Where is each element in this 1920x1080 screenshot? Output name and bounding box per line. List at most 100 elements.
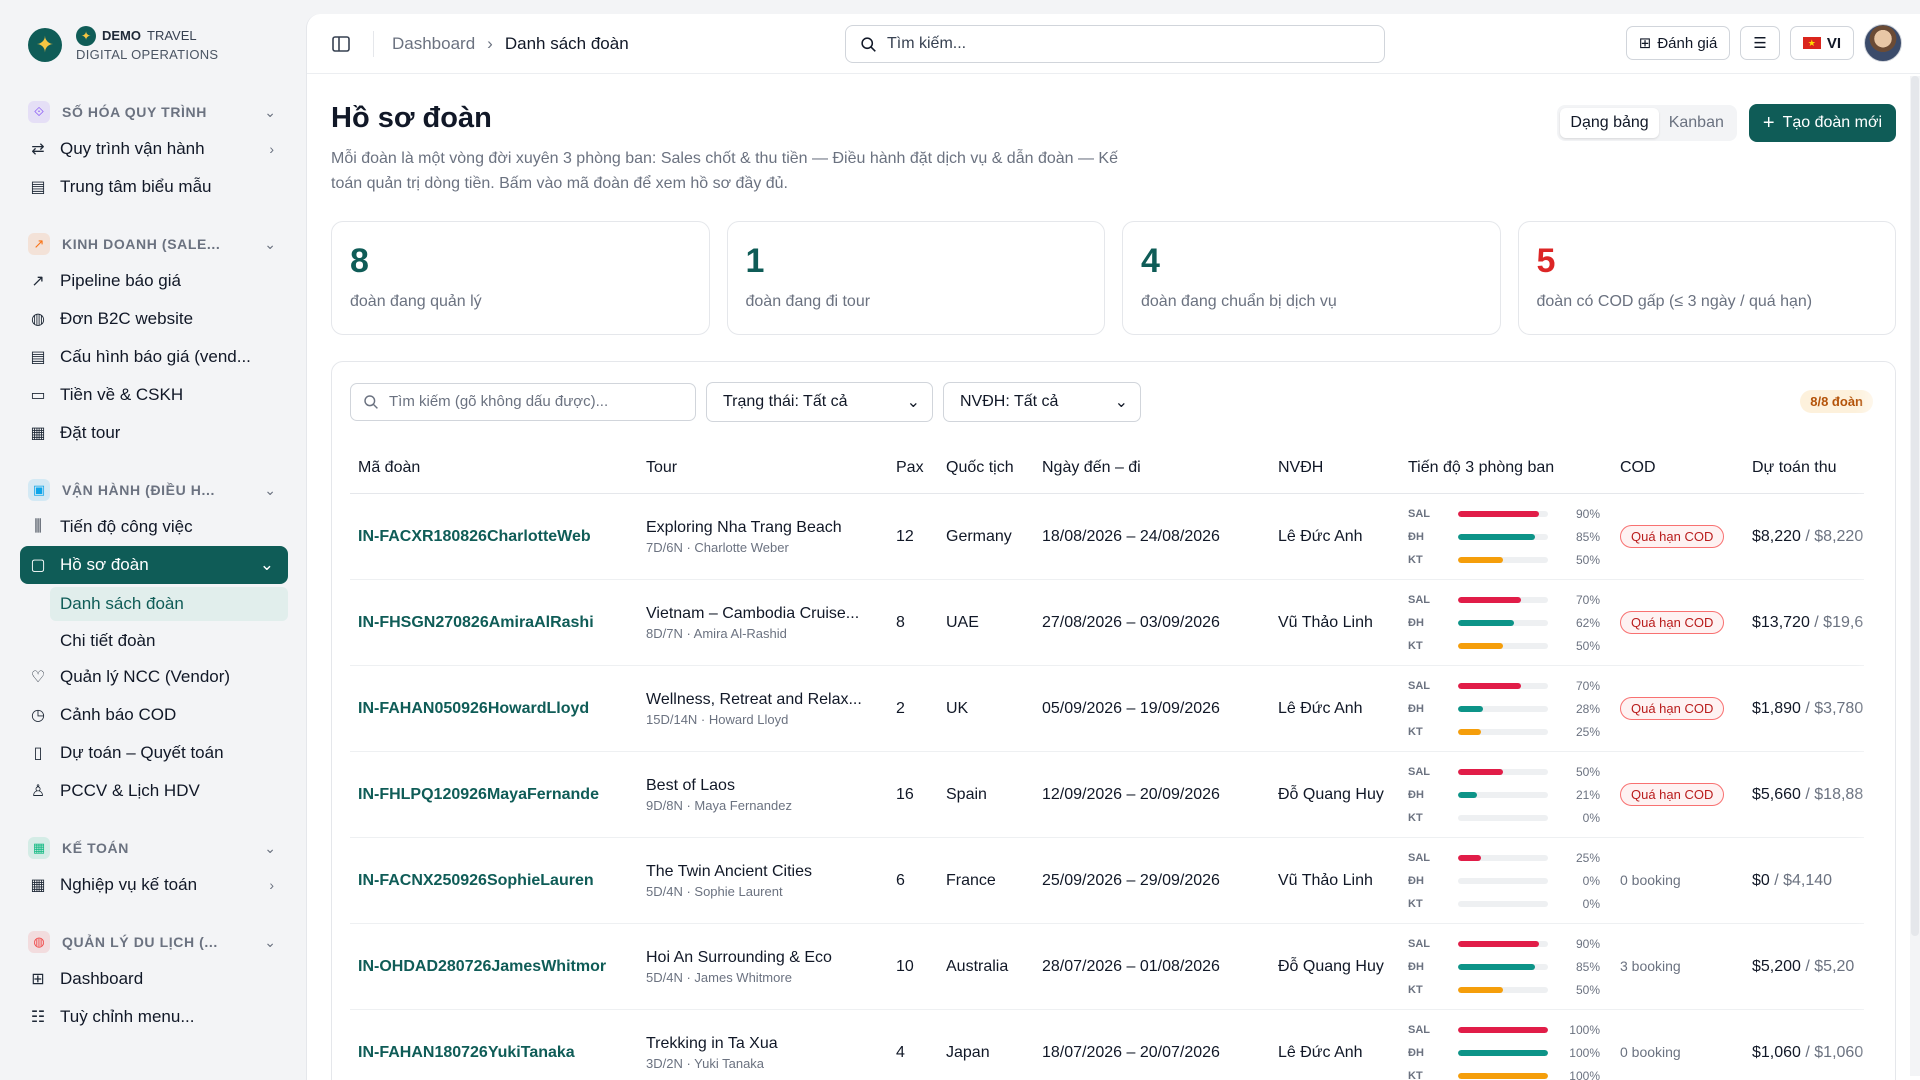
sidebar-item-0-1[interactable]: ▤ Trung tâm biểu mẫu: [20, 168, 288, 206]
progress-row: SAL 25%: [1408, 849, 1604, 866]
feedback-button[interactable]: ⊞ Đánh giá: [1625, 26, 1731, 60]
sidebar-item-2-1[interactable]: ▢ Hồ sơ đoàn ⌄: [20, 546, 288, 585]
view-kanban-button[interactable]: Kanban: [1659, 108, 1734, 138]
sidebar-item-label: Hồ sơ đoàn: [60, 555, 149, 575]
group-code-link[interactable]: IN-FHLPQ120926MayaFernande: [358, 786, 599, 803]
sidebar-subitem-0[interactable]: Danh sách đoàn: [50, 587, 288, 622]
breadcrumb-dashboard[interactable]: Dashboard: [392, 34, 475, 54]
calculator-icon: ▦: [30, 877, 46, 895]
progress-bar: [1458, 533, 1548, 540]
sidebar-item-1-2[interactable]: ▤ Cấu hình báo giá (vend...: [20, 338, 288, 376]
sidebar-item-2-4[interactable]: ▯ Dự toán – Quyết toán: [20, 734, 288, 772]
progress-label: KT: [1408, 725, 1423, 738]
view-table-button[interactable]: Dạng bảng: [1560, 108, 1659, 138]
column-header-8[interactable]: Dự toán thu: [1744, 443, 1864, 495]
tour-name: Vietnam – Cambodia Cruise...: [646, 604, 860, 622]
sidebar-item-4-1[interactable]: ☷ Tuỳ chỉnh menu...: [20, 998, 288, 1036]
progress-fill: [1458, 533, 1535, 540]
scrollbar-thumb[interactable]: [1911, 76, 1919, 936]
group-code-link[interactable]: IN-FACXR180826CharlotteWeb: [358, 528, 591, 545]
cell-code: IN-FACXR180826CharlotteWeb: [350, 493, 638, 581]
page-title: Hồ sơ đoàn: [331, 102, 492, 134]
group-code-link[interactable]: IN-FHSGN270826AmiraAlRashi: [358, 614, 594, 631]
cell-code: IN-OHDAD280726JamesWhitmor: [350, 923, 638, 1011]
table-row[interactable]: IN-FACNX250926SophieLauren The Twin Ancie…: [350, 837, 1864, 925]
table-row[interactable]: IN-FACXR180826CharlotteWeb Exploring Nha …: [350, 493, 1864, 581]
cell-pax: 2: [888, 665, 938, 753]
section-4-header[interactable]: ◍ QUẢN LÝ DU LỊCH (... ⌄: [20, 924, 288, 960]
page-scrollbar[interactable]: [1910, 76, 1920, 1076]
status-filter-select[interactable]: Trạng thái: Tất cả ⌄: [706, 381, 933, 422]
main-panel: Dashboard › Danh sách đoàn Tìm kiếm... ⊞…: [306, 14, 1920, 1080]
section-0-header[interactable]: ⟐ SỐ HÓA QUY TRÌNH ⌄: [20, 94, 288, 130]
tour-subtitle: 5D/4N · Sophie Laurent: [646, 883, 783, 899]
sidebar-item-1-1[interactable]: ◍ Đơn B2C website: [20, 300, 288, 338]
sidebar-item-2-2[interactable]: ♡ Quản lý NCC (Vendor): [20, 658, 288, 696]
section-2-header[interactable]: ▣ VẬN HÀNH (ĐIỀU H... ⌄: [20, 472, 288, 508]
table-search-input[interactable]: Tìm kiếm (gõ không dấu được)...: [350, 382, 696, 421]
column-header-3[interactable]: Quốc tịch: [938, 443, 1034, 495]
user-avatar[interactable]: [1864, 24, 1902, 62]
cell-tour: Vietnam – Cambodia Cruise... 8D/7N · Amir…: [638, 579, 888, 667]
checklist-button[interactable]: ☰: [1740, 26, 1780, 60]
progress-fill: [1458, 940, 1539, 947]
column-header-5[interactable]: NVĐH: [1270, 443, 1400, 495]
nvdh-filter-select[interactable]: NVĐH: Tất cả ⌄: [943, 381, 1141, 422]
sidebar-item-2-5[interactable]: ♙ PCCV & Lịch HDV: [20, 772, 288, 810]
group-code-link[interactable]: IN-FAHAN050926HowardLloyd: [358, 700, 589, 717]
sidebar-item-left: ▦ Nghiệp vụ kế toán: [28, 875, 197, 895]
brand[interactable]: ✦ ✦ DEMO TRAVEL DIGITAL OPERATIONS: [28, 26, 288, 64]
brand-name: DEMO: [102, 27, 141, 43]
column-header-6[interactable]: Tiến độ 3 phòng ban: [1400, 443, 1612, 495]
progress-row: ĐH 62%: [1408, 614, 1604, 631]
progress-bar: [1458, 854, 1548, 861]
table-row[interactable]: IN-FHLPQ120926MayaFernande Best of Laos 9D…: [350, 751, 1864, 839]
trending-icon: ↗: [31, 273, 45, 291]
sidebar-subitem-1[interactable]: Chi tiết đoàn: [50, 624, 288, 658]
compass-logo-icon: ✦: [28, 28, 62, 63]
progress-fill: [1458, 1026, 1548, 1033]
sidebar-item-label: Tiến độ công việc: [60, 517, 193, 537]
groups-table-card: Tìm kiếm (gõ không dấu được)... Trạng th…: [331, 360, 1896, 1080]
column-header-0[interactable]: Mã đoàn: [350, 443, 638, 495]
progress-fill: [1458, 556, 1503, 563]
sidebar-item-3-0[interactable]: ▦ Nghiệp vụ kế toán ›: [20, 866, 288, 904]
group-code-link[interactable]: IN-OHDAD280726JamesWhitmor: [358, 958, 606, 975]
sidebar-item-2-3[interactable]: ◷ Cảnh báo COD: [20, 696, 288, 734]
feedback-label: Đánh giá: [1657, 34, 1718, 52]
sidebar-item-label: Nghiệp vụ kế toán: [60, 875, 198, 895]
create-group-button[interactable]: + Tạo đoàn mới: [1748, 104, 1896, 142]
progress-fill: [1458, 682, 1521, 689]
language-button[interactable]: ★ VI: [1789, 26, 1854, 60]
chevron-right-icon: ›: [269, 877, 274, 894]
column-header-2[interactable]: Pax: [888, 443, 938, 495]
sidebar-item-4-0[interactable]: ⊞ Dashboard: [20, 960, 288, 998]
table-row[interactable]: IN-FAHAN180726YukiTanaka Trekking in Ta X…: [350, 1009, 1864, 1080]
sidebar-item-2-0[interactable]: ⫼ Tiến độ công việc: [20, 508, 288, 546]
progress-label: KT: [1408, 1069, 1423, 1080]
progress-bar: [1458, 877, 1548, 884]
progress-label: SAL: [1408, 851, 1430, 864]
table-row[interactable]: IN-FAHAN050926HowardLloyd Wellness, Retre…: [350, 665, 1864, 753]
section-1-header[interactable]: ↗ KINH DOANH (SALE... ⌄: [20, 226, 288, 262]
column-header-4[interactable]: Ngày đến – đi: [1034, 443, 1270, 495]
column-header-1[interactable]: Tour: [638, 443, 888, 495]
group-code-link[interactable]: IN-FAHAN180726YukiTanaka: [358, 1044, 575, 1061]
section-3-header[interactable]: ▦ KẾ TOÁN ⌄: [20, 830, 288, 866]
cell-cod: Quá hạn COD: [1612, 493, 1744, 581]
progress-percent: 100%: [1569, 1068, 1600, 1080]
progress-percent: 100%: [1569, 1022, 1600, 1037]
table-row[interactable]: IN-OHDAD280726JamesWhitmor Hoi An Surroun…: [350, 923, 1864, 1011]
plus-icon: +: [1762, 112, 1775, 134]
tour-subtitle: 7D/6N · Charlotte Weber: [646, 539, 789, 555]
sidebar-item-1-4[interactable]: ▦ Đặt tour: [20, 414, 288, 452]
table-row[interactable]: IN-FHSGN270826AmiraAlRashi Vietnam – Camb…: [350, 579, 1864, 667]
global-search-input[interactable]: Tìm kiếm...: [845, 25, 1385, 63]
sidebar-item-1-0[interactable]: ↗ Pipeline báo giá: [20, 262, 288, 300]
sidebar-item-0-0[interactable]: ⇄ Quy trình vận hành ›: [20, 130, 288, 168]
group-code-link[interactable]: IN-FACNX250926SophieLauren: [358, 872, 594, 889]
sidebar-item-1-3[interactable]: ▭ Tiền về & CSKH: [20, 376, 288, 414]
sidebar-toggle-icon[interactable]: [327, 30, 355, 58]
cell-code: IN-FACNX250926SophieLauren: [350, 837, 638, 925]
column-header-7[interactable]: COD: [1612, 443, 1744, 495]
